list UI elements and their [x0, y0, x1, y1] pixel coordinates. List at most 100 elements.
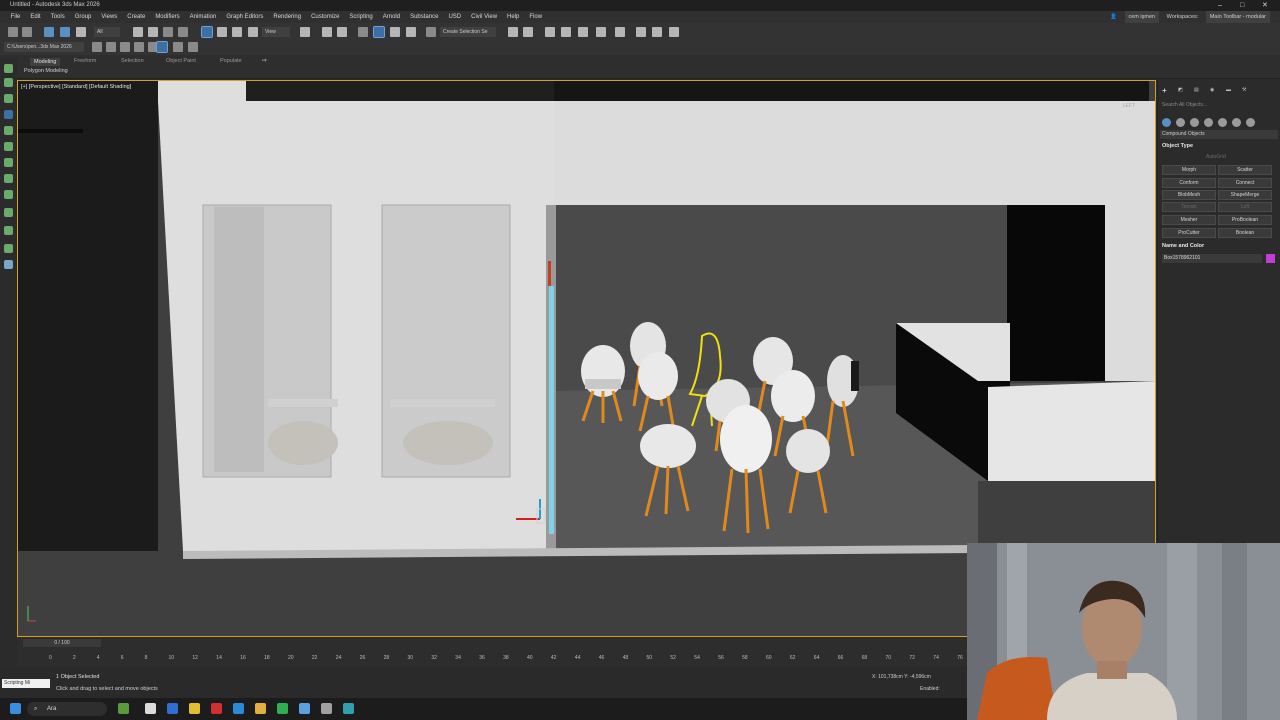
conform-button[interactable]: Conform	[1162, 178, 1216, 188]
menu-substance[interactable]: Substance	[405, 11, 443, 23]
align-icon[interactable]	[523, 27, 533, 37]
helpers-category-icon[interactable]	[1218, 118, 1227, 127]
menu-graph-editors[interactable]: Graph Editors	[221, 11, 268, 23]
autodesk-icon[interactable]	[321, 703, 332, 714]
link-icon[interactable]	[44, 27, 54, 37]
container-icon[interactable]	[156, 41, 168, 53]
scene-explorer-icon[interactable]	[4, 64, 13, 73]
task-view-icon[interactable]	[145, 703, 156, 714]
chrome-icon[interactable]	[189, 703, 200, 714]
mirror-icon[interactable]	[508, 27, 518, 37]
menu-rendering[interactable]: Rendering	[268, 11, 306, 23]
unlink-icon[interactable]	[60, 27, 70, 37]
new-scene-icon[interactable]	[92, 42, 102, 52]
timeline-ruler[interactable]: 0 2 4 6 8 10 12 14 16 18 20 22 24 26 28 30 32 34 36 38 40 42 4…	[17, 649, 987, 667]
menu-group[interactable]: Group	[70, 11, 97, 23]
rotate-icon[interactable]	[217, 27, 227, 37]
geometry-icon[interactable]	[4, 226, 13, 235]
modify-tab-icon[interactable]: ◩	[1178, 87, 1183, 93]
systems-icon[interactable]	[4, 208, 13, 217]
rendered-frame-window-icon[interactable]	[652, 27, 662, 37]
menu-animation[interactable]: Animation	[185, 11, 222, 23]
name-and-color-header[interactable]: Name and Color	[1162, 243, 1204, 249]
shapes-icon[interactable]	[4, 244, 13, 253]
render-setup-icon[interactable]	[636, 27, 646, 37]
render-production-icon[interactable]	[669, 27, 679, 37]
scatter-button[interactable]: Scatter	[1218, 165, 1272, 175]
terrain-button[interactable]: Terrain	[1162, 202, 1216, 212]
viewcube[interactable]: LEFT	[1123, 103, 1135, 109]
layer-explorer-icon[interactable]	[545, 27, 555, 37]
ribbon-subpanel-polygon-modeling[interactable]: Polygon Modeling	[24, 68, 68, 74]
widgets-icon[interactable]	[118, 703, 129, 714]
proboolean-button[interactable]: ProBoolean	[1218, 215, 1272, 225]
shapes-category-icon[interactable]	[1176, 118, 1185, 127]
opera-icon[interactable]	[211, 703, 222, 714]
light-icon[interactable]	[4, 142, 13, 151]
maxscript-listener[interactable]: Scripting Mi	[2, 679, 50, 688]
tab-freeform[interactable]: Freeform	[74, 58, 96, 64]
user-account[interactable]: cem işmen	[1124, 11, 1160, 23]
menu-modifiers[interactable]: Modifiers	[150, 11, 184, 23]
windows-start-icon[interactable]	[10, 703, 21, 714]
object-type-header[interactable]: Object Type	[1162, 143, 1193, 149]
spacewarp-icon[interactable]	[4, 190, 13, 199]
tab-modeling[interactable]: Modeling	[30, 58, 61, 66]
plus-icon[interactable]: +	[1162, 86, 1167, 95]
motion-tab-icon[interactable]: ◉	[1210, 87, 1214, 93]
workspace-dropdown[interactable]: Main Toolbar - modular	[1205, 11, 1270, 23]
angle-snap-icon[interactable]	[373, 26, 385, 38]
lights-category-icon[interactable]	[1190, 118, 1199, 127]
morph-button[interactable]: Morph	[1162, 165, 1216, 175]
snaps-toggle-icon[interactable]	[358, 27, 368, 37]
systems-category-icon[interactable]	[1246, 118, 1255, 127]
hierarchy-tab-icon[interactable]: ▤	[1194, 87, 1199, 93]
toggle-ribbon-icon[interactable]	[561, 27, 571, 37]
window-crossing-icon[interactable]	[178, 27, 188, 37]
menu-flow[interactable]: Flow	[524, 11, 547, 23]
coordinate-readout[interactable]: X: 101,738cm Y: -4,596cm	[872, 674, 931, 680]
object-category-dropdown[interactable]: Compound Objects	[1160, 130, 1278, 139]
tab-selection[interactable]: Selection	[121, 58, 144, 64]
menu-customize[interactable]: Customize	[306, 11, 344, 23]
minimize-icon[interactable]: –	[1218, 0, 1222, 11]
menu-tools[interactable]: Tools	[46, 11, 70, 23]
percent-snap-icon[interactable]	[390, 27, 400, 37]
mesher-button[interactable]: Mesher	[1162, 215, 1216, 225]
camera-icon[interactable]	[4, 158, 13, 167]
menu-create[interactable]: Create	[122, 11, 150, 23]
selection-filter-dropdown[interactable]: All	[94, 27, 120, 37]
open-file-icon[interactable]	[106, 42, 116, 52]
procutter-button[interactable]: ProCutter	[1162, 228, 1216, 238]
cameras-category-icon[interactable]	[1204, 118, 1213, 127]
spotify-icon[interactable]	[277, 703, 288, 714]
geometry-category-icon[interactable]	[1162, 118, 1171, 127]
redo-icon[interactable]	[22, 27, 32, 37]
select-object-icon[interactable]	[133, 27, 143, 37]
display-icon[interactable]	[4, 94, 13, 103]
ribbon-options-icon[interactable]: ▪▾	[262, 58, 267, 64]
select-tool-icon[interactable]	[4, 110, 13, 119]
display-tab-icon[interactable]: ▬	[1226, 87, 1231, 93]
utilities-tab-icon[interactable]: ⚒	[1242, 87, 1246, 93]
select-by-name-icon[interactable]	[148, 27, 158, 37]
telegram-icon[interactable]	[299, 703, 310, 714]
shapemerge-button[interactable]: ShapeMerge	[1218, 190, 1272, 200]
loft-button[interactable]: Loft	[1218, 202, 1272, 212]
object-color-swatch[interactable]	[1266, 254, 1275, 263]
menu-edit[interactable]: Edit	[25, 11, 45, 23]
helper-icon[interactable]	[4, 174, 13, 183]
isolate-icon[interactable]	[173, 42, 183, 52]
move-icon[interactable]	[201, 26, 213, 38]
command-panel-search[interactable]: Search All Objects...	[1162, 102, 1207, 108]
scale-icon[interactable]	[232, 27, 242, 37]
object-name-field[interactable]: Box1578962101	[1162, 254, 1262, 263]
edge-icon[interactable]	[233, 703, 244, 714]
layer-icon[interactable]	[4, 78, 13, 87]
spinner-snap-icon[interactable]	[406, 27, 416, 37]
time-slider[interactable]: 0 / 100	[23, 639, 101, 647]
bind-space-warp-icon[interactable]	[76, 27, 86, 37]
menu-file[interactable]: File	[6, 11, 26, 23]
edit-named-selection-icon[interactable]	[426, 27, 436, 37]
menu-views[interactable]: Views	[96, 11, 122, 23]
